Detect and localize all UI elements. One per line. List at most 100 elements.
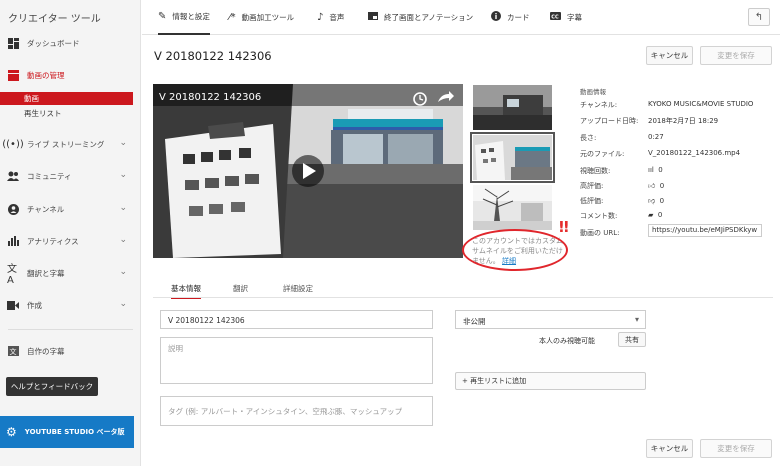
sidebar-divider: [8, 329, 133, 330]
tab-info-settings[interactable]: ✎ 情報と設定: [158, 0, 210, 35]
sidebar-item-label: チャンネル: [27, 204, 65, 214]
svg-text:文: 文: [9, 347, 16, 356]
add-to-playlist-button[interactable]: + 再生リストに追加: [455, 372, 646, 390]
title-input[interactable]: V 20180122 142306: [160, 310, 433, 329]
chevron-down-icon[interactable]: ⌄: [119, 203, 127, 213]
description-textarea[interactable]: 説明: [160, 337, 433, 384]
cancel-button-bottom[interactable]: キャンセル: [646, 439, 693, 458]
player-title: V 20180122 142306: [159, 92, 262, 103]
thumbnail-option-selected[interactable]: [470, 132, 555, 183]
visibility-label: 本人のみ視聴可能: [539, 337, 595, 345]
gear-icon: ⚙: [6, 425, 17, 439]
subtab-divider: [153, 297, 773, 298]
sidebar-item-video-manager[interactable]: 動画の管理: [0, 67, 141, 83]
file-label: 元のファイル:: [580, 150, 625, 158]
sidebar-item-own-subtitles[interactable]: 文 自作の字幕: [0, 343, 141, 359]
url-label: 動画の URL:: [580, 229, 620, 237]
comments-stat: ▰ 0: [648, 211, 662, 219]
tab-subtitles[interactable]: CC 字幕: [550, 0, 582, 35]
chevron-down-icon[interactable]: ⌄: [119, 235, 127, 245]
sidebar-item-live[interactable]: ((•)) ライブ ストリーミング ⌄: [0, 136, 141, 152]
sidebar-item-channel[interactable]: チャンネル ⌄: [0, 201, 141, 217]
thumbs-down-icon: 👎︎: [648, 197, 656, 205]
save-button[interactable]: 変更を保存: [700, 46, 772, 65]
sidebar-item-translations[interactable]: 文A 翻訳と字幕 ⌄: [0, 264, 141, 286]
file-value: V_20180122_142306.mp4: [648, 149, 741, 157]
back-arrow-icon: ↰: [754, 11, 764, 23]
subtab-translation[interactable]: 翻訳: [233, 283, 248, 294]
upload-label: アップロード日時:: [580, 117, 639, 125]
tags-input[interactable]: タグ (例: アルバート・アインシュタイン、空飛ぶ豚、マッシュアップ: [160, 396, 433, 426]
dislikes-label: 低評価:: [580, 197, 604, 205]
thumbs-up-icon: 👍︎: [648, 182, 656, 190]
comments-label: コメント数:: [580, 212, 618, 220]
tab-label: カード: [507, 13, 530, 22]
translate-icon: 文A: [7, 264, 17, 286]
privacy-select-value: 非公開: [463, 317, 486, 326]
page-title: V 20180122 142306: [154, 49, 272, 63]
tab-end-screen[interactable]: 終了画面とアノテーション: [368, 0, 473, 35]
thumbnail-option[interactable]: [473, 85, 552, 130]
views-icon: ııl: [648, 166, 654, 174]
chevron-down-icon[interactable]: ⌄: [119, 138, 127, 148]
cancel-button[interactable]: キャンセル: [646, 46, 693, 65]
thumbnail-option[interactable]: [473, 185, 552, 230]
sidebar-item-dashboard[interactable]: ダッシュボード: [0, 35, 141, 51]
video-player[interactable]: V 20180122 142306: [153, 84, 463, 258]
help-feedback-button[interactable]: ヘルプとフィードバック: [6, 377, 98, 396]
sidebar-sub-videos[interactable]: 動画: [0, 92, 133, 105]
sidebar-item-label: ダッシュボード: [27, 38, 80, 48]
sidebar-item-analytics[interactable]: アナリティクス ⌄: [0, 233, 141, 249]
sidebar-item-label: 翻訳と字幕: [27, 268, 65, 278]
studio-beta-label: YOUTUBE STUDIO ベータ版: [24, 428, 125, 436]
tab-audio[interactable]: ♪ 音声: [317, 0, 344, 35]
annotation-circle: [462, 229, 568, 271]
video-frame: [153, 84, 463, 258]
views-value: 0: [658, 166, 663, 174]
sidebar-item-label: コミュニティ: [27, 171, 72, 181]
sidebar-item-label: ライブ ストリーミング: [27, 139, 105, 149]
cc-icon: CC: [550, 12, 561, 23]
video-manager-icon: [7, 69, 19, 81]
views-stat: ııl 0: [648, 166, 663, 174]
length-label: 長さ:: [580, 134, 597, 142]
tab-label: 情報と設定: [172, 12, 210, 21]
privacy-select[interactable]: 非公開 ▾: [455, 310, 646, 329]
comment-icon: ▰: [648, 211, 654, 219]
length-value: 0:27: [648, 133, 664, 141]
back-button[interactable]: ↰: [748, 8, 770, 26]
chevron-down-icon[interactable]: ⌄: [119, 299, 127, 309]
dropdown-arrow-icon: ▾: [634, 315, 639, 324]
channel-icon: [7, 203, 19, 215]
tab-cards[interactable]: カード: [491, 0, 530, 35]
end-screen-icon: [368, 12, 378, 23]
sidebar-item-label: アナリティクス: [27, 236, 79, 246]
sidebar-sub-playlists[interactable]: 再生リスト: [0, 107, 133, 120]
sidebar-title: クリエイター ツール: [8, 14, 101, 25]
studio-beta-button[interactable]: ⚙ YOUTUBE STUDIO ベータ版: [0, 416, 134, 448]
dashboard-icon: [7, 37, 19, 49]
upload-value: 2018年2月7日 18:29: [648, 117, 719, 125]
sidebar-item-label: 動画の管理: [27, 70, 65, 80]
chevron-down-icon[interactable]: ⌄: [119, 170, 127, 180]
likes-value: 0: [659, 182, 665, 190]
community-icon: [7, 170, 19, 182]
dislikes-value: 0: [659, 197, 665, 205]
likes-stat: 👍︎ 0: [648, 181, 664, 190]
share-button[interactable]: 共有: [618, 332, 646, 347]
info-card-icon: [491, 11, 501, 24]
magic-wand-icon: ⁄*: [229, 12, 236, 23]
tab-enhancements[interactable]: ⁄* 動画加工ツール: [229, 0, 294, 35]
channel-label: チャンネル:: [580, 101, 618, 109]
sidebar-item-community[interactable]: コミュニティ ⌄: [0, 168, 141, 184]
chevron-down-icon[interactable]: ⌄: [119, 267, 127, 277]
tab-label: 字幕: [567, 13, 582, 22]
sidebar-item-create[interactable]: 作成 ⌄: [0, 297, 141, 313]
subtab-advanced[interactable]: 詳細設定: [283, 283, 313, 294]
analytics-icon: [7, 235, 19, 247]
video-url-field[interactable]: https://youtu.be/eMJiPSDKkyw: [648, 224, 762, 237]
sidebar: クリエイター ツール ダッシュボード 動画の管理 動画 再生リスト ((•)) …: [0, 0, 141, 466]
save-button-bottom[interactable]: 変更を保存: [700, 439, 772, 458]
pencil-icon: ✎: [158, 11, 167, 22]
likes-label: 高評価:: [580, 182, 604, 190]
